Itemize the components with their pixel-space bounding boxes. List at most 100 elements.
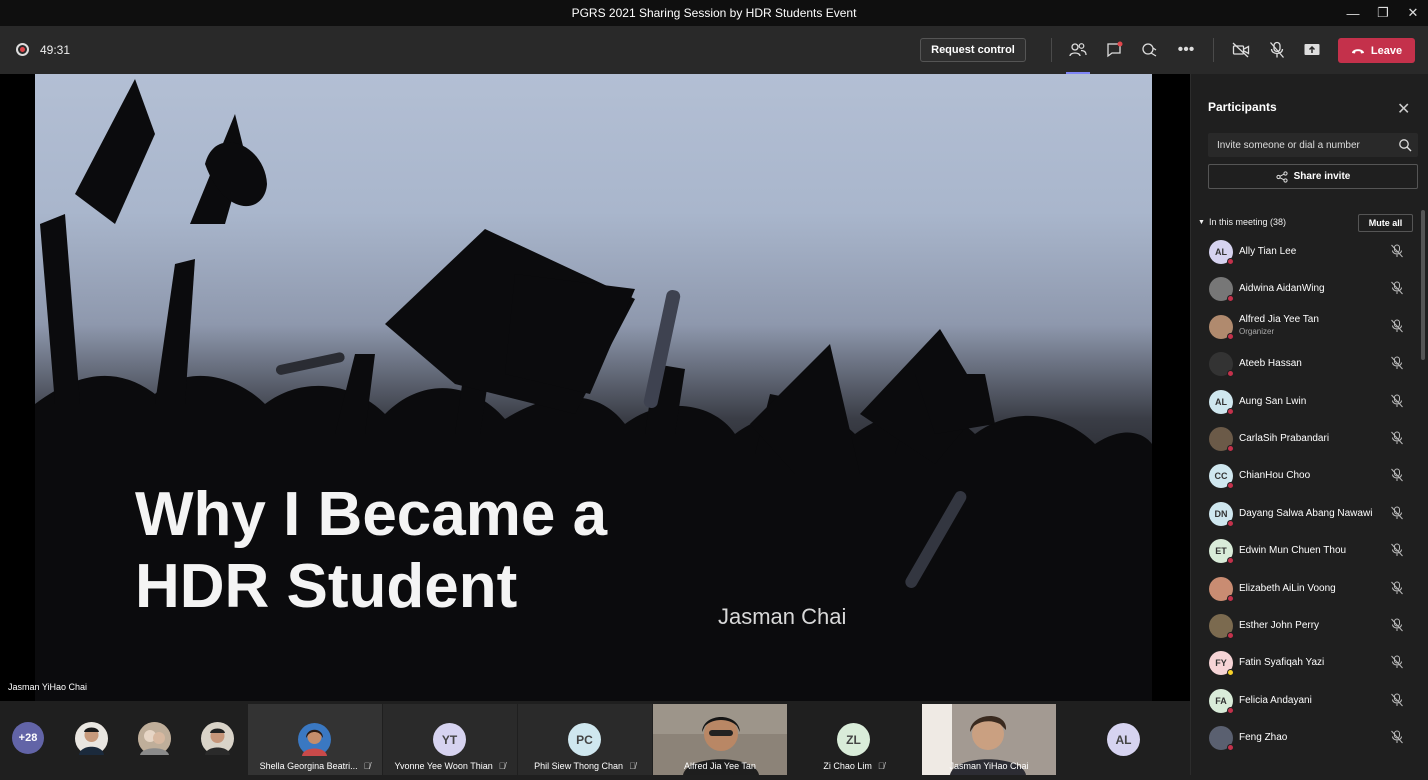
- mic-off-icon: 🎙̸: [877, 761, 885, 771]
- presence-status-icon: [1227, 370, 1234, 378]
- video-tile-name: Shella Georgina Beatri... 🎙̸: [259, 761, 371, 771]
- reactions-icon[interactable]: [1138, 38, 1162, 62]
- mic-off-icon[interactable]: [1390, 618, 1404, 632]
- presence-status-icon: [1227, 669, 1234, 677]
- chevron-down-icon: ▼: [1198, 218, 1205, 226]
- mic-off-icon[interactable]: [1390, 468, 1404, 482]
- video-tile[interactable]: Alfred Jia Yee Tan: [653, 704, 787, 775]
- participant-name: Felicia Andayani: [1239, 694, 1312, 706]
- maximize-icon[interactable]: ❐: [1368, 0, 1398, 26]
- participant-row[interactable]: FY Fatin Syafiqah Yazi: [1191, 644, 1421, 681]
- video-tile[interactable]: Jasman YiHao Chai: [922, 704, 1056, 775]
- mic-off-icon[interactable]: [1390, 431, 1404, 445]
- participants-panel: Participants ✕ Share invite ▼ In this me…: [1190, 74, 1428, 775]
- participant-row[interactable]: Ateeb Hassan: [1191, 345, 1421, 382]
- participant-row[interactable]: Aidwina AidanWing: [1191, 270, 1421, 307]
- slide-title-line2: HDR Student: [135, 552, 518, 621]
- video-tile[interactable]: AL: [1057, 704, 1191, 775]
- participant-row[interactable]: AL Aung San Lwin: [1191, 383, 1421, 420]
- presence-status-icon: [1227, 706, 1234, 714]
- presence-status-icon: [1227, 258, 1234, 265]
- video-tile[interactable]: Shella Georgina Beatri... 🎙̸: [248, 704, 382, 775]
- panel-scrollbar[interactable]: [1421, 210, 1425, 360]
- participant-row[interactable]: Alfred Jia Yee Tan Organizer: [1191, 308, 1421, 345]
- participant-row[interactable]: CC ChianHou Choo: [1191, 457, 1421, 494]
- avatar[interactable]: [75, 722, 108, 755]
- participant-name: CarlaSih Prabandari: [1239, 432, 1330, 444]
- mic-off-icon[interactable]: [1390, 319, 1404, 333]
- meeting-timer: 49:31: [40, 43, 71, 57]
- participant-name: Aung San Lwin: [1239, 395, 1307, 407]
- video-tile-name: Zi Chao Lim 🎙̸: [823, 761, 885, 771]
- leave-button[interactable]: Leave: [1338, 38, 1415, 63]
- close-window-icon[interactable]: ✕: [1398, 0, 1428, 26]
- toolbar-divider: [1213, 38, 1214, 62]
- presence-status-icon: [1227, 557, 1234, 565]
- mic-off-icon[interactable]: [1390, 281, 1404, 295]
- participant-row[interactable]: Esther John Perry: [1191, 607, 1421, 644]
- mic-off-icon[interactable]: [1390, 730, 1404, 744]
- avatar[interactable]: [138, 722, 171, 755]
- mic-off-icon: 🎙̸: [363, 761, 371, 771]
- mic-off-icon[interactable]: [1390, 655, 1404, 669]
- in-meeting-section-toggle[interactable]: ▼ In this meeting (38): [1198, 217, 1286, 227]
- participant-name: Elizabeth AiLin Voong: [1239, 582, 1336, 594]
- presence-status-icon: [1227, 744, 1234, 752]
- participant-row[interactable]: Feng Zhao: [1191, 719, 1421, 756]
- video-tile-name: Phil Siew Thong Chan 🎙̸: [534, 761, 636, 771]
- close-panel-icon[interactable]: ✕: [1397, 99, 1410, 119]
- overflow-participants-badge[interactable]: +28: [12, 722, 44, 754]
- invite-search-input[interactable]: [1208, 133, 1418, 157]
- participant-name: Fatin Syafiqah Yazi: [1239, 657, 1325, 669]
- avatar: [298, 723, 331, 756]
- share-screen-icon[interactable]: [1300, 38, 1324, 62]
- video-tile[interactable]: ZL Zi Chao Lim 🎙̸: [787, 704, 921, 775]
- presence-status-icon: [1227, 332, 1234, 340]
- mic-off-icon: 🎙̸: [629, 761, 636, 771]
- window-titlebar: PGRS 2021 Sharing Session by HDR Student…: [0, 0, 1428, 26]
- mic-off-icon[interactable]: [1390, 394, 1404, 408]
- minimize-icon[interactable]: —: [1338, 0, 1368, 26]
- presence-status-icon: [1227, 594, 1234, 602]
- shared-content-stage: Why I Became a HDR Student Jasman Chai J…: [0, 74, 1190, 701]
- participant-name: Edwin Mun Chuen Thou: [1239, 545, 1347, 557]
- mic-off-icon[interactable]: [1390, 506, 1404, 520]
- toolbar-divider: [1051, 38, 1052, 62]
- avatar-initials: AL: [1107, 723, 1140, 756]
- mute-all-button[interactable]: Mute all: [1358, 214, 1413, 232]
- video-tile[interactable]: YT Yvonne Yee Woon Thian 🎙̸: [383, 704, 517, 775]
- participants-icon[interactable]: [1066, 38, 1090, 74]
- mic-off-icon[interactable]: [1390, 581, 1404, 595]
- participant-row[interactable]: Elizabeth AiLin Voong: [1191, 570, 1421, 607]
- participant-row[interactable]: FA Felicia Andayani: [1191, 682, 1421, 719]
- camera-off-icon[interactable]: [1229, 38, 1253, 62]
- avatar[interactable]: [201, 722, 234, 755]
- mic-off-icon[interactable]: [1265, 38, 1289, 62]
- participant-row[interactable]: CarlaSih Prabandari: [1191, 420, 1421, 457]
- presenter-name-label: Jasman YiHao Chai: [8, 682, 88, 692]
- mic-off-icon[interactable]: [1390, 543, 1404, 557]
- video-tile[interactable]: PC Phil Siew Thong Chan 🎙̸: [518, 704, 652, 775]
- video-tile-name: Alfred Jia Yee Tan: [684, 761, 756, 771]
- participant-name: Feng Zhao: [1239, 732, 1288, 744]
- hang-up-icon: [1351, 48, 1364, 53]
- section-label: In this meeting (38): [1208, 217, 1286, 227]
- mic-off-icon: 🎙̸: [498, 761, 506, 771]
- request-control-button[interactable]: Request control: [920, 38, 1026, 62]
- mic-off-icon[interactable]: [1390, 693, 1404, 707]
- slide-author: Jasman Chai: [718, 604, 847, 629]
- window-controls: — ❐ ✕: [1338, 0, 1428, 26]
- mic-off-icon[interactable]: [1390, 244, 1404, 258]
- chat-icon[interactable]: [1102, 38, 1126, 62]
- participant-name: Ally Tian Lee: [1239, 246, 1297, 257]
- participant-row[interactable]: AL Ally Tian Lee: [1191, 233, 1421, 270]
- participant-row[interactable]: ET Edwin Mun Chuen Thou: [1191, 532, 1421, 569]
- search-icon[interactable]: [1398, 138, 1412, 152]
- more-options-icon[interactable]: •••: [1174, 38, 1198, 62]
- mic-off-icon[interactable]: [1390, 356, 1404, 370]
- participant-row[interactable]: DN Dayang Salwa Abang Nawawi: [1191, 495, 1421, 532]
- avatar-initials: ZL: [837, 723, 870, 756]
- presentation-slide: Why I Became a HDR Student Jasman Chai: [35, 74, 1152, 701]
- slide-title: Why I Became a HDR Student: [135, 479, 695, 623]
- share-invite-button[interactable]: Share invite: [1208, 164, 1418, 189]
